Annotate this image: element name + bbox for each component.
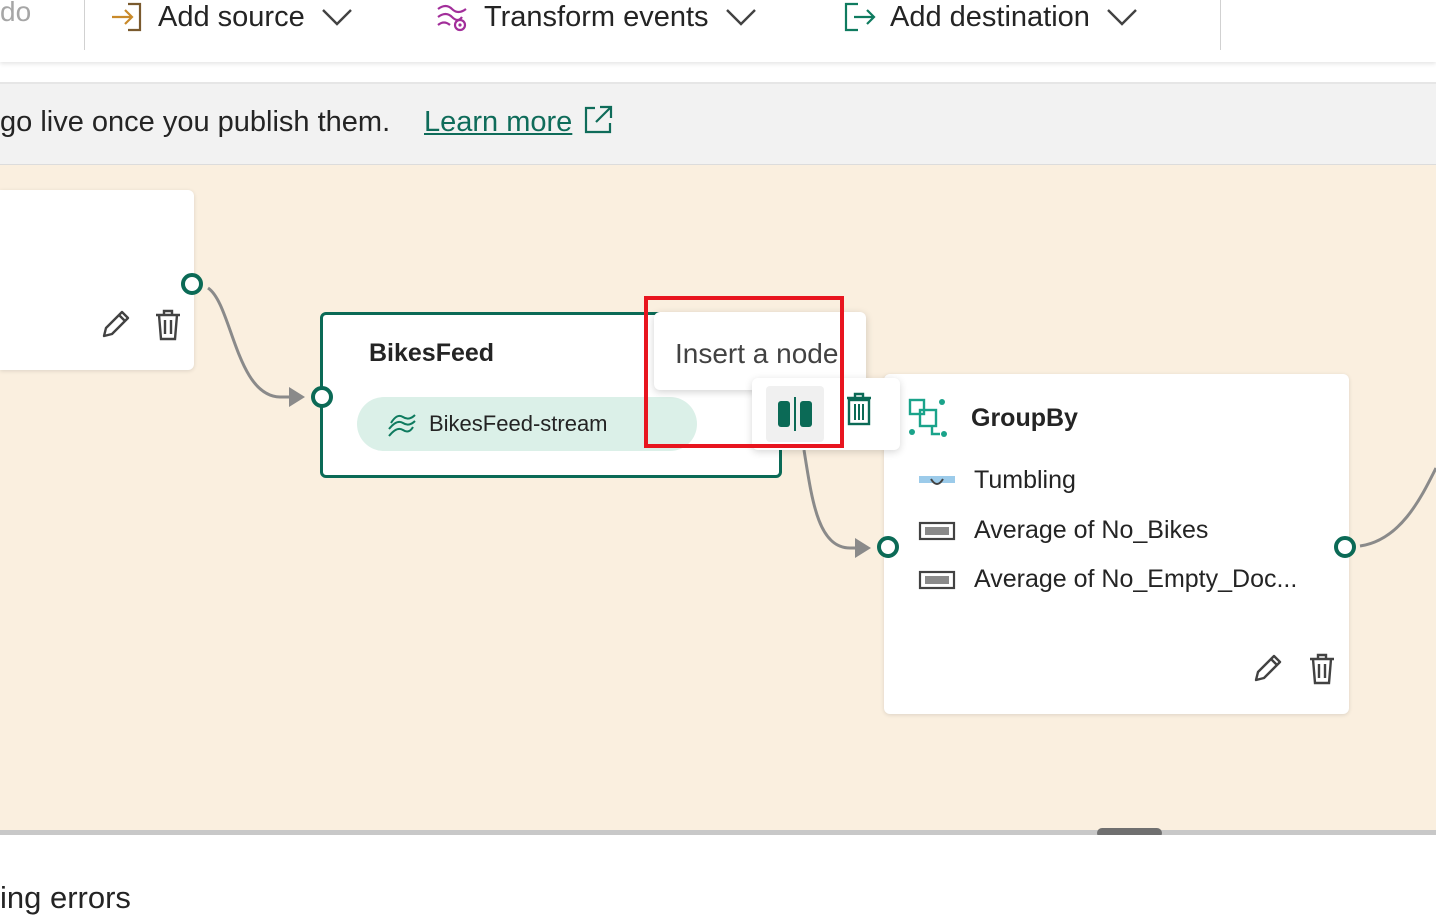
groupby-node-card[interactable]: GroupBy Tumbling Average of No_Bikes Ave… (884, 374, 1349, 714)
add-source-label: Add source (158, 0, 305, 33)
highlight-box (644, 296, 844, 448)
toolbar-divider (1220, 0, 1221, 50)
chevron-down-icon (1107, 9, 1137, 26)
trash-icon[interactable] (844, 390, 874, 428)
list-item: Average of No_Bikes (918, 516, 1208, 545)
toolbar-spacer (0, 62, 1436, 82)
top-toolbar: do Add source Transform events Add desti (0, 0, 1436, 62)
pencil-icon[interactable] (1250, 652, 1284, 686)
groupby-row-label: Tumbling (974, 466, 1076, 494)
aggregate-icon (918, 570, 956, 589)
groupby-title: GroupBy (971, 404, 1078, 432)
input-port[interactable] (877, 536, 899, 558)
transform-events-label: Transform events (484, 0, 709, 33)
bottom-panel (0, 835, 1436, 918)
undo-button-label[interactable]: do (0, 0, 31, 28)
source-node-card[interactable] (0, 190, 194, 370)
sign-out-icon (844, 2, 876, 32)
trash-icon[interactable] (153, 308, 183, 342)
bikesfeed-title: BikesFeed (369, 339, 495, 367)
learn-more-link[interactable]: Learn more (424, 106, 572, 139)
add-destination-label: Add destination (890, 0, 1090, 33)
pencil-icon[interactable] (98, 308, 132, 342)
output-port[interactable] (181, 273, 203, 295)
aggregate-icon (918, 521, 956, 540)
banner-message: go live once you publish them. (0, 106, 391, 138)
chevron-down-icon (725, 9, 756, 26)
add-source-button[interactable]: Add source (110, 0, 353, 34)
transform-icon (437, 4, 467, 32)
transform-events-button[interactable]: Transform events (434, 0, 757, 34)
info-banner: go live once you publish them. Learn mor… (0, 84, 1436, 165)
input-port[interactable] (311, 386, 333, 408)
groupby-row-label: Average of No_Bikes (974, 516, 1209, 544)
list-item: Average of No_Empty_Doc... (918, 565, 1297, 594)
stream-label: BikesFeed-stream (429, 411, 608, 436)
add-destination-button[interactable]: Add destination (842, 0, 1138, 34)
external-link-icon[interactable] (582, 104, 614, 136)
bottom-panel-title: ing errors (0, 880, 131, 915)
trash-icon[interactable] (1307, 652, 1337, 686)
sign-in-icon (112, 2, 142, 32)
list-item: Tumbling (918, 466, 1076, 495)
groupby-icon (908, 398, 947, 437)
chevron-down-icon (321, 9, 352, 26)
output-port[interactable] (1334, 536, 1356, 558)
tumbling-window-icon (919, 475, 955, 485)
toolbar-divider (84, 0, 85, 50)
stream-icon (388, 414, 416, 437)
groupby-row-label: Average of No_Empty_Doc... (974, 565, 1298, 593)
